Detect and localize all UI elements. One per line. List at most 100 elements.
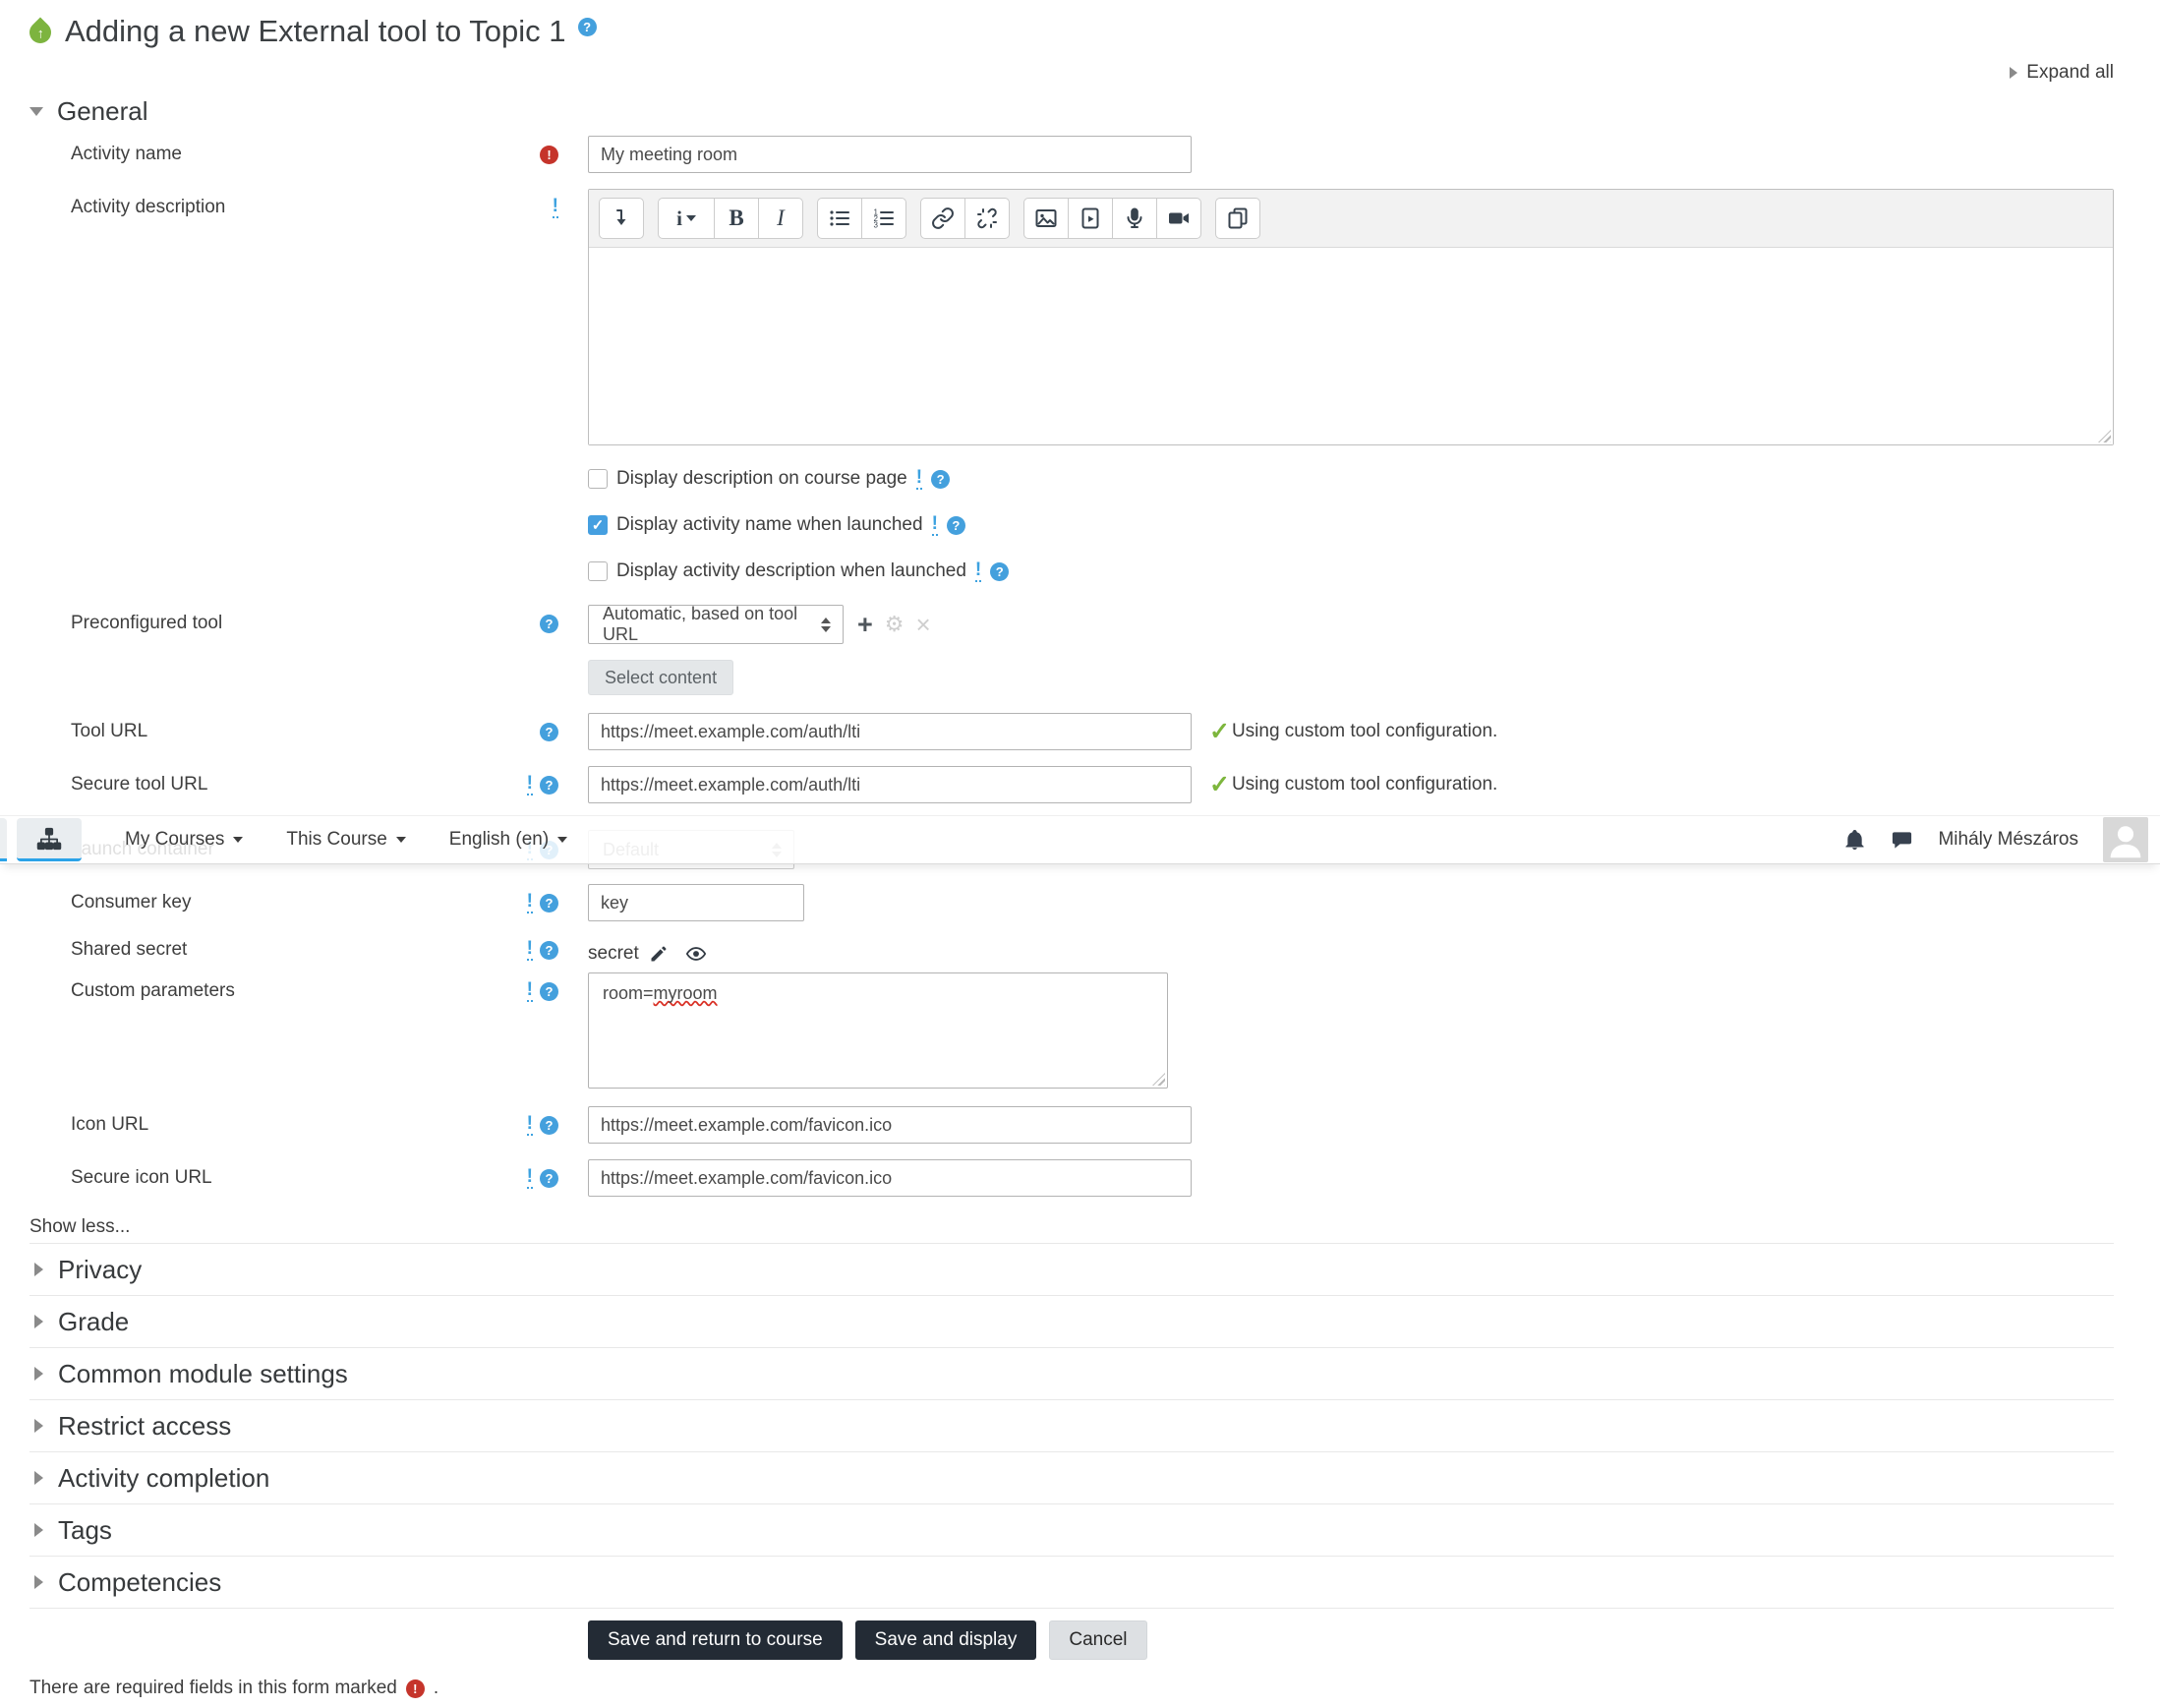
check-icon: ✓	[1209, 770, 1230, 798]
notifications-bell-icon[interactable]	[1843, 829, 1866, 852]
help-icon[interactable]: ?	[931, 469, 951, 489]
custom-parameters-label: Custom parameters	[71, 980, 235, 1001]
chevron-right-icon	[34, 1575, 43, 1589]
shared-secret-row: Shared secret ! ? secret	[29, 937, 2114, 965]
nav-language[interactable]: English (en)	[449, 829, 568, 851]
page-help-icon[interactable]: ?	[577, 18, 597, 36]
section-common-module-settings-toggle[interactable]: Common module settings	[29, 1347, 2114, 1399]
resize-handle[interactable]	[1152, 1073, 1165, 1086]
caret-down-icon	[233, 837, 244, 843]
secure-tool-url-status: ✓ Using custom tool configuration.	[1209, 770, 1497, 798]
user-name[interactable]: Mihály Mészáros	[1938, 829, 2078, 851]
activity-name-input[interactable]	[588, 136, 1192, 173]
show-less-link[interactable]: Show less...	[29, 1216, 2114, 1240]
section-heading: Restrict access	[58, 1410, 232, 1441]
required-fields-note: There are required fields in this form m…	[29, 1678, 2114, 1699]
nav-item-label: This Course	[286, 829, 387, 850]
help-icon[interactable]: ?	[540, 1168, 558, 1188]
required-icon: !	[540, 145, 558, 164]
manage-files-icon[interactable]	[1215, 198, 1260, 239]
custom-parameters-flagged-word: myroom	[653, 983, 718, 1003]
help-icon[interactable]: ?	[540, 981, 558, 1001]
nav-partial-button[interactable]	[0, 818, 7, 861]
section-heading: Competencies	[58, 1566, 222, 1597]
checkbox-checked-icon[interactable]: ✓	[588, 515, 608, 535]
edit-pencil-icon[interactable]	[649, 944, 669, 964]
help-icon[interactable]: ?	[540, 1115, 558, 1135]
help-icon[interactable]: ?	[540, 893, 558, 913]
select-content-button[interactable]: Select content	[588, 660, 734, 695]
section-competencies-toggle[interactable]: Competencies	[29, 1556, 2114, 1608]
secure-icon-url-label: Secure icon URL	[71, 1167, 212, 1188]
display-activity-description-checkbox-row[interactable]: Display activity description when launch…	[588, 558, 2114, 585]
messages-icon[interactable]	[1891, 829, 1913, 852]
record-audio-icon[interactable]	[1112, 198, 1157, 239]
image-icon[interactable]	[1023, 198, 1069, 239]
link-icon[interactable]	[920, 198, 965, 239]
save-and-return-button[interactable]: Save and return to course	[588, 1620, 843, 1660]
section-heading: Grade	[58, 1306, 130, 1336]
activity-description-editor-area[interactable]	[589, 248, 2113, 444]
display-activity-name-checkbox-row[interactable]: ✓ Display activity name when launched ! …	[588, 511, 2114, 539]
unordered-list-icon[interactable]	[817, 198, 862, 239]
help-icon[interactable]: ?	[990, 561, 1010, 581]
section-activity-completion-toggle[interactable]: Activity completion	[29, 1451, 2114, 1503]
section-tags-toggle[interactable]: Tags	[29, 1503, 2114, 1556]
consumer-key-row: Consumer key ! ?	[29, 884, 2114, 921]
resize-handle[interactable]	[2098, 430, 2111, 442]
icon-url-input[interactable]	[588, 1106, 1192, 1144]
record-video-icon[interactable]	[1156, 198, 1201, 239]
expand-all-link[interactable]: Expand all	[29, 61, 2114, 85]
section-heading: Tags	[58, 1514, 112, 1545]
add-tool-icon[interactable]: +	[857, 611, 873, 638]
help-icon[interactable]: ?	[540, 614, 558, 633]
activity-description-row: Activity description ! i B I 1 2 3	[29, 189, 2114, 445]
cancel-button[interactable]: Cancel	[1049, 1620, 1147, 1660]
help-icon[interactable]: ?	[946, 515, 965, 535]
ordered-list-icon[interactable]: 123	[861, 198, 906, 239]
shared-secret-label: Shared secret	[71, 939, 188, 960]
unlink-icon[interactable]	[964, 198, 1010, 239]
section-general-toggle[interactable]: General	[29, 94, 2114, 128]
info-icon: !	[526, 891, 533, 913]
selected-option: Automatic, based on tool URL	[603, 604, 798, 644]
external-tool-icon: ↑	[25, 17, 56, 48]
nav-this-course[interactable]: This Course	[286, 829, 406, 851]
consumer-key-input[interactable]	[588, 884, 804, 921]
media-icon[interactable]	[1068, 198, 1113, 239]
collapse-toolbar-icon[interactable]	[599, 198, 644, 239]
help-icon[interactable]: ?	[540, 775, 558, 795]
section-grade-toggle[interactable]: Grade	[29, 1295, 2114, 1347]
icon-url-row: Icon URL ! ?	[29, 1106, 2114, 1144]
checkbox-unchecked-icon[interactable]	[588, 469, 608, 489]
info-icon: !	[526, 1166, 533, 1189]
activity-description-label: Activity description	[71, 197, 226, 217]
icon-url-label: Icon URL	[71, 1114, 149, 1135]
reveal-eye-icon[interactable]	[685, 943, 707, 965]
avatar[interactable]	[2103, 817, 2148, 862]
nav-my-courses[interactable]: My Courses	[125, 829, 244, 851]
preconfigured-tool-select[interactable]: Automatic, based on tool URL	[588, 604, 844, 644]
help-icon[interactable]: ?	[540, 940, 558, 960]
save-and-display-button[interactable]: Save and display	[854, 1620, 1037, 1660]
bold-icon[interactable]: B	[714, 198, 759, 239]
section-restrict-access-toggle[interactable]: Restrict access	[29, 1399, 2114, 1451]
info-icon: !	[526, 938, 533, 961]
italic-icon[interactable]: I	[758, 198, 803, 239]
chevron-right-icon	[2010, 67, 2018, 79]
checkbox-label: Display description on course page	[616, 468, 907, 489]
collapsed-sections: Privacy Grade Common module settings Res…	[29, 1243, 2114, 1609]
display-description-checkbox-row[interactable]: Display description on course page ! ?	[588, 465, 2114, 493]
paragraph-styles-icon[interactable]: i	[658, 198, 715, 239]
checkbox-unchecked-icon[interactable]	[588, 561, 608, 581]
sitemap-icon[interactable]	[17, 818, 82, 861]
help-icon[interactable]: ?	[540, 722, 558, 741]
section-privacy-toggle[interactable]: Privacy	[29, 1243, 2114, 1295]
tool-url-input[interactable]	[588, 713, 1192, 750]
page-title: Adding a new External tool to Topic 1	[65, 14, 566, 48]
custom-parameters-textarea[interactable]: room=myroom	[588, 972, 1168, 1089]
secure-icon-url-input[interactable]	[588, 1159, 1192, 1197]
page-header: ↑ Adding a new External tool to Topic 1 …	[25, 14, 2114, 53]
display-options-group: Display description on course page ! ? ✓…	[588, 465, 2114, 585]
secure-tool-url-input[interactable]	[588, 766, 1192, 803]
